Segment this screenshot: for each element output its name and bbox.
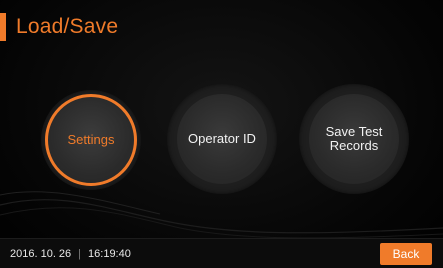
datetime-separator: | (78, 248, 82, 260)
settings-button[interactable]: Settings (45, 94, 137, 186)
title-accent-bar (0, 13, 6, 41)
operator-id-button-label: Operator ID (188, 131, 256, 146)
save-test-records-label-line1: Save Test (325, 124, 383, 139)
title-bar: Load/Save (0, 10, 118, 44)
status-bar: 2016. 10. 26 | 16:19:40 Back (0, 238, 443, 268)
operator-id-button[interactable]: Operator ID (177, 94, 267, 184)
settings-button-label: Settings (67, 132, 115, 147)
back-button[interactable]: Back (380, 243, 432, 265)
save-test-records-button[interactable]: Save Test Records (309, 94, 399, 184)
save-test-records-label-line2: Records (329, 138, 379, 153)
datetime-display: 2016. 10. 26 | 16:19:40 (10, 248, 131, 260)
load-save-screen: Load/Save Settings Operator ID Save Test… (0, 0, 443, 268)
date-text: 2016. 10. 26 (10, 248, 72, 260)
page-title: Load/Save (16, 15, 119, 38)
time-text: 16:19:40 (88, 248, 131, 260)
